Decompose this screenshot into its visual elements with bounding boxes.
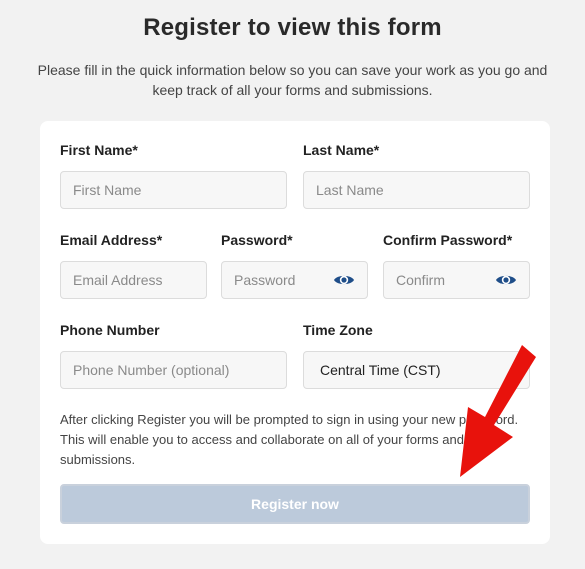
last-name-label: Last Name*	[303, 142, 380, 158]
email-field	[60, 261, 207, 299]
confirm-password-label: Confirm Password*	[383, 232, 513, 248]
first-name-input[interactable]	[61, 172, 286, 208]
page-title: Register to view this form	[143, 14, 442, 41]
first-name-label: First Name*	[60, 142, 138, 158]
password-label: Password*	[221, 232, 293, 248]
last-name-field	[303, 171, 530, 209]
page-subtitle: Please fill in the quick information bel…	[37, 62, 548, 98]
time-zone-label: Time Zone	[303, 322, 373, 338]
eye-icon[interactable]	[495, 272, 517, 288]
phone-input[interactable]	[61, 352, 286, 388]
annotation-arrow-icon	[460, 345, 536, 477]
email-label: Email Address*	[60, 232, 163, 248]
first-name-field	[60, 171, 287, 209]
confirm-password-field	[383, 261, 530, 299]
last-name-input[interactable]	[304, 172, 529, 208]
eye-icon[interactable]	[333, 272, 355, 288]
email-input[interactable]	[61, 262, 206, 298]
register-button[interactable]: Register now	[60, 484, 530, 524]
time-zone-value: Central Time (CST)	[320, 362, 441, 378]
phone-field	[60, 351, 287, 389]
phone-label: Phone Number	[60, 322, 160, 338]
password-field	[221, 261, 368, 299]
